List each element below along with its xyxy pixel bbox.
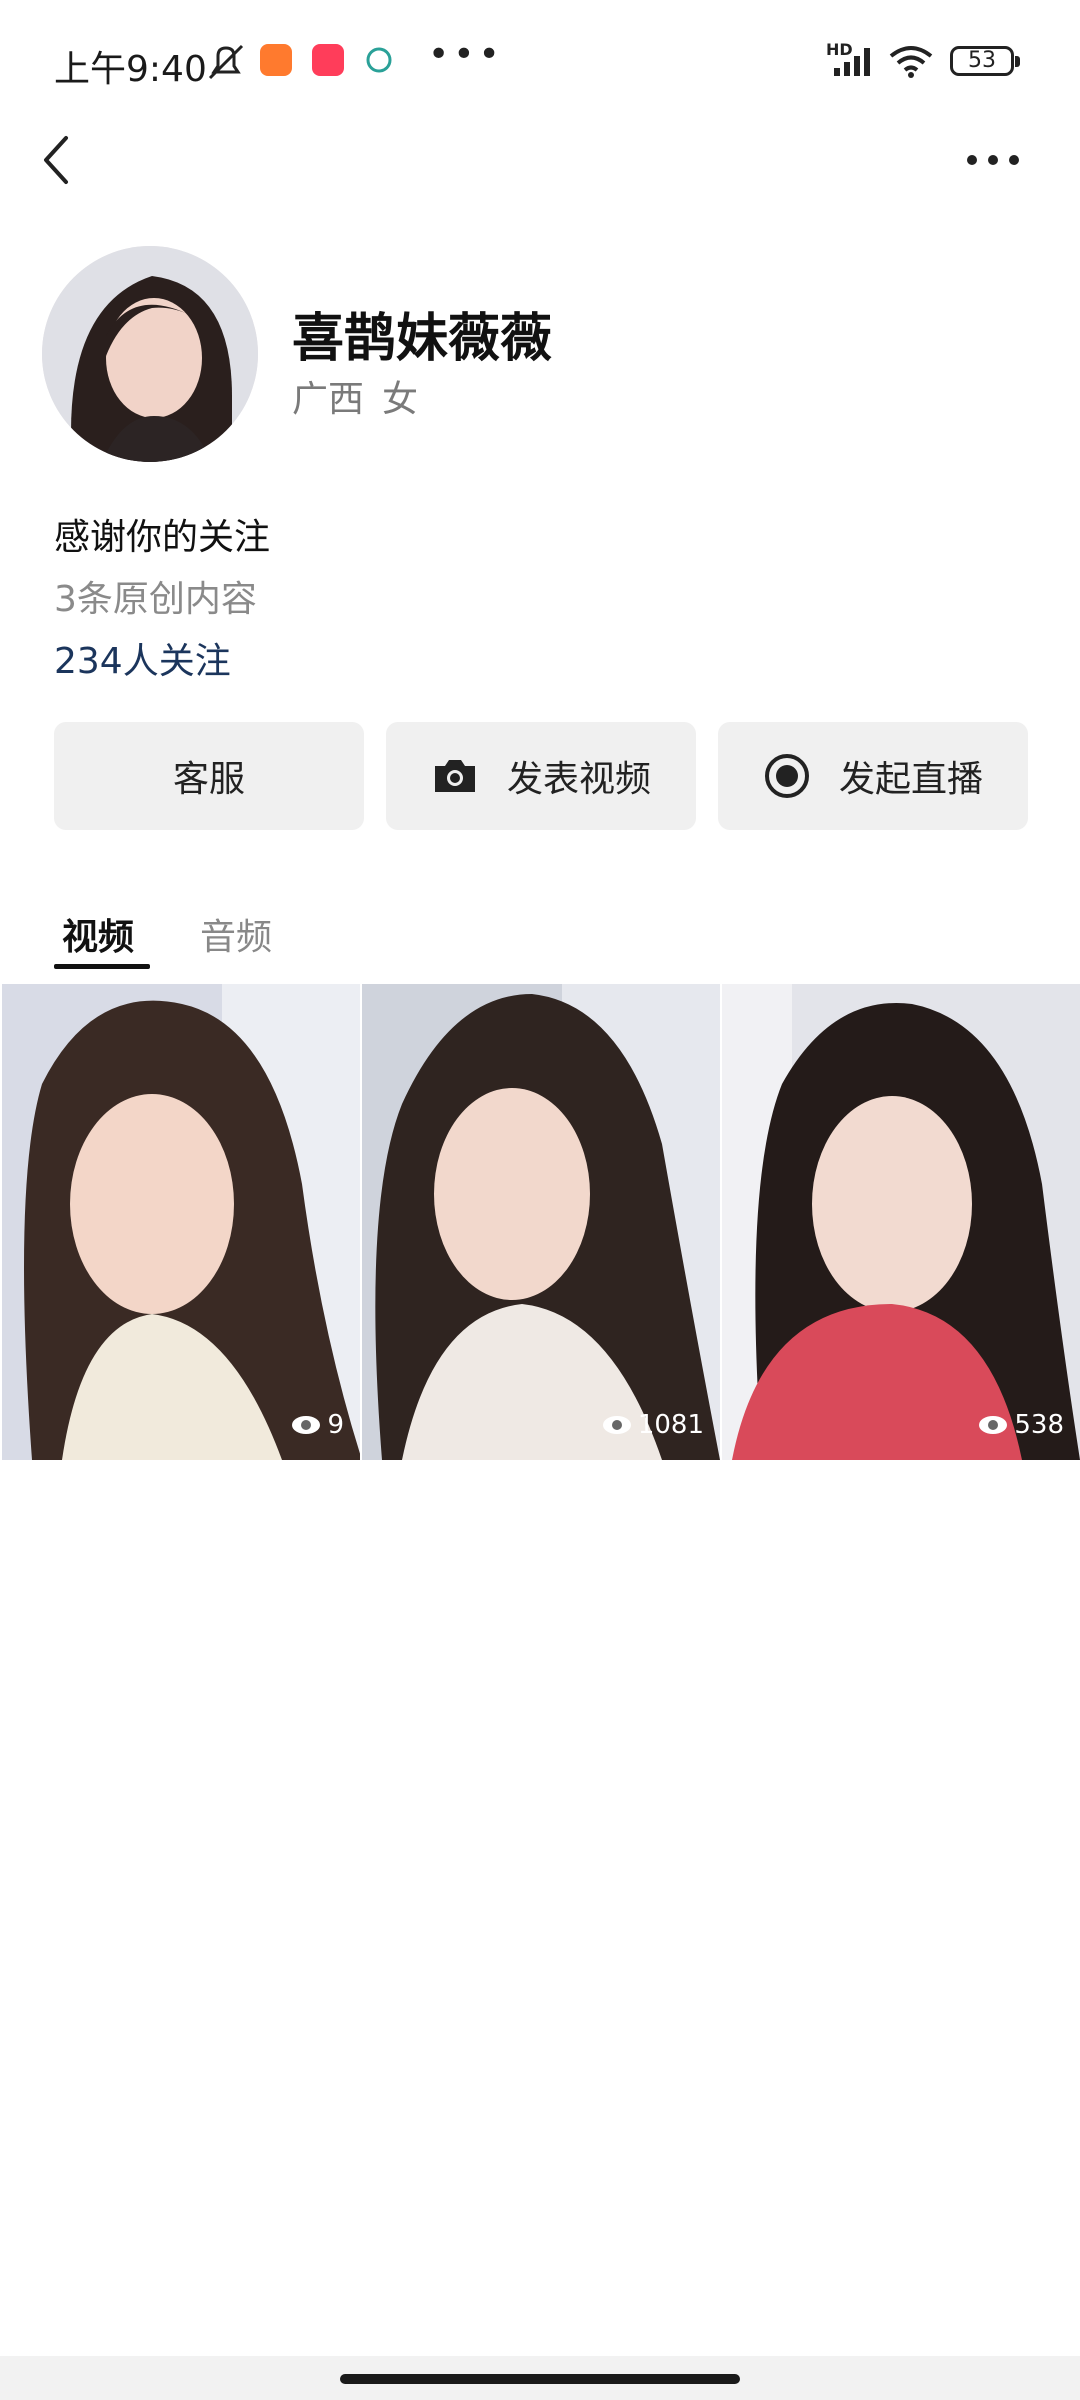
view-count-value: 538 (1014, 1410, 1064, 1440)
status-time: 上午9:40 (54, 49, 207, 90)
video-thumbnail[interactable]: 1081 (362, 984, 720, 1460)
avatar-portrait-image (42, 246, 258, 462)
view-count: 9 (291, 1410, 344, 1440)
battery-indicator: 53 (950, 46, 1020, 76)
video-thumbnail-image (2, 984, 360, 1460)
eye-icon (602, 1416, 631, 1434)
video-thumbnail-image (722, 984, 1080, 1460)
original-content-count[interactable]: 3条原创内容 (54, 570, 257, 622)
start-live-button[interactable]: 发起直播 (718, 722, 1028, 830)
avatar[interactable] (42, 246, 258, 462)
camera-icon (434, 760, 475, 792)
eye-icon (292, 1416, 321, 1434)
home-gesture-handle[interactable] (340, 2374, 740, 2384)
wifi-icon (889, 46, 933, 78)
chat-bubble-icon (366, 47, 392, 73)
tab-video[interactable]: 视频 (62, 908, 134, 960)
profile-gender: 女 (382, 379, 419, 420)
post-video-button[interactable]: 发表视频 (386, 722, 696, 830)
customer-service-label: 客服 (172, 759, 245, 800)
start-live-label: 发起直播 (838, 759, 983, 800)
eye-icon (979, 1416, 1008, 1434)
video-thumbnail[interactable]: 538 (722, 984, 1080, 1460)
more-horizontal-icon[interactable] (960, 140, 1030, 180)
profile-meta: 广西女 (292, 370, 436, 422)
video-thumbnail-image (362, 984, 720, 1460)
shopping-app-icon (260, 44, 292, 76)
view-count: 1081 (602, 1410, 704, 1440)
status-bar: 上午9:40 ••• HD 53 (0, 0, 1080, 120)
more-notifications-icon: ••• (428, 34, 504, 75)
view-count-value: 9 (327, 1410, 344, 1440)
muted-bell-icon (208, 44, 244, 80)
signal-icon (834, 48, 870, 76)
followers-link[interactable]: 234人关注 (54, 632, 231, 684)
video-app-icon (312, 44, 344, 76)
live-record-icon (764, 754, 809, 798)
view-count: 538 (978, 1410, 1064, 1440)
active-tab-indicator (54, 964, 150, 969)
post-video-label: 发表视频 (506, 759, 651, 800)
video-thumbnail[interactable]: 9 (2, 984, 360, 1460)
chevron-left-icon[interactable] (34, 130, 94, 190)
tab-audio[interactable]: 音频 (200, 908, 272, 960)
profile-name: 喜鹊妹薇薇 (292, 309, 553, 369)
profile-bio: 感谢你的关注 (54, 517, 271, 558)
view-count-value: 1081 (637, 1410, 704, 1440)
profile-region: 广西 (292, 379, 365, 420)
customer-service-button[interactable]: 客服 (54, 722, 364, 830)
